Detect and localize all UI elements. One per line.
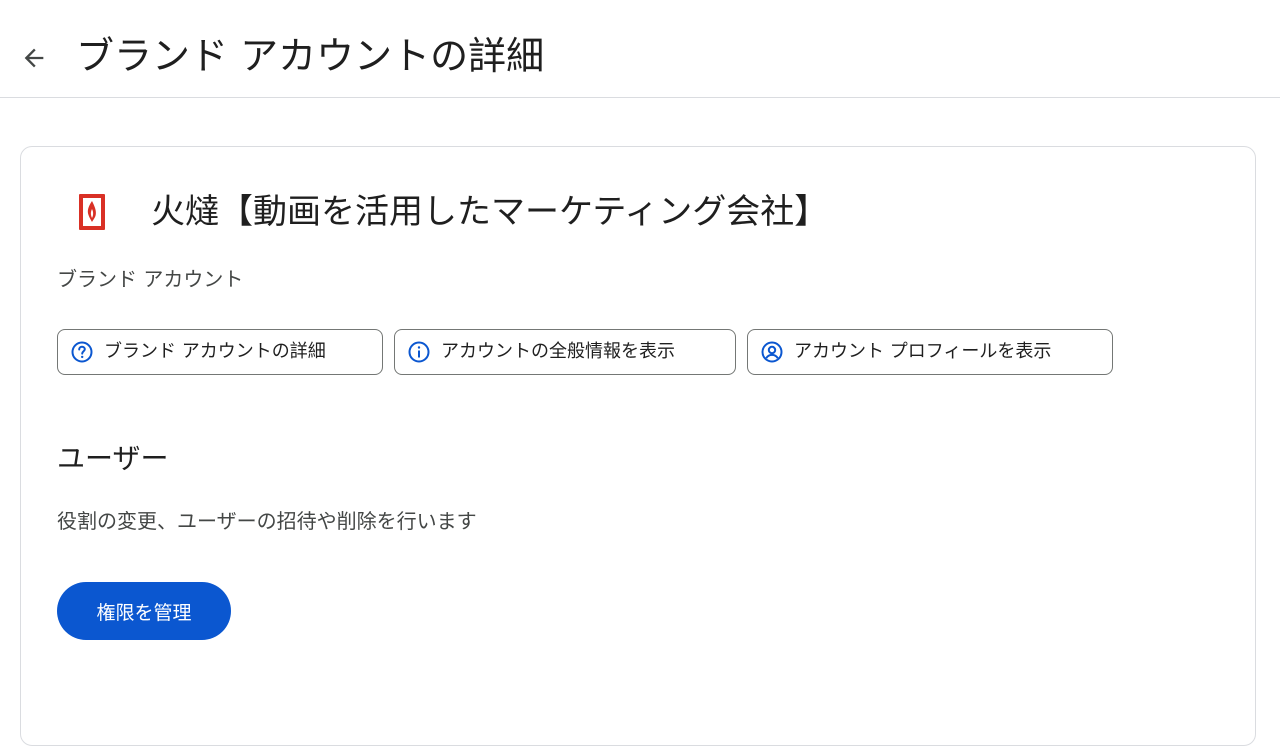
page-title: ブランド アカウントの詳細 [76, 34, 545, 78]
help-circle-icon [70, 340, 94, 364]
account-profile-chip[interactable]: アカウント プロフィールを表示 [747, 329, 1113, 375]
brand-name: 火燵【動画を活用したマーケティング会社】 [151, 192, 829, 232]
users-section-title: ユーザー [57, 442, 169, 475]
brand-type-label: ブランド アカウント [57, 267, 244, 291]
back-button[interactable] [14, 38, 54, 78]
chip-label: アカウント プロフィールを表示 [794, 341, 1052, 362]
chip-label: アカウントの全般情報を表示 [441, 341, 675, 362]
brand-account-card: 火燵【動画を活用したマーケティング会社】 ブランド アカウント ブランド アカウ… [20, 146, 1256, 746]
chip-label: ブランド アカウントの詳細 [104, 341, 326, 362]
manage-permissions-button[interactable]: 権限を管理 [57, 582, 231, 640]
page-header: ブランド アカウントの詳細 [0, 0, 1280, 98]
brand-account-details-chip[interactable]: ブランド アカウントの詳細 [57, 329, 383, 375]
info-circle-icon [407, 340, 431, 364]
arrow-back-icon [24, 48, 44, 68]
account-general-info-chip[interactable]: アカウントの全般情報を表示 [394, 329, 736, 375]
users-section-description: 役割の変更、ユーザーの招待や削除を行います [57, 509, 477, 533]
flame-logo-icon [77, 192, 107, 232]
account-circle-icon [760, 340, 784, 364]
